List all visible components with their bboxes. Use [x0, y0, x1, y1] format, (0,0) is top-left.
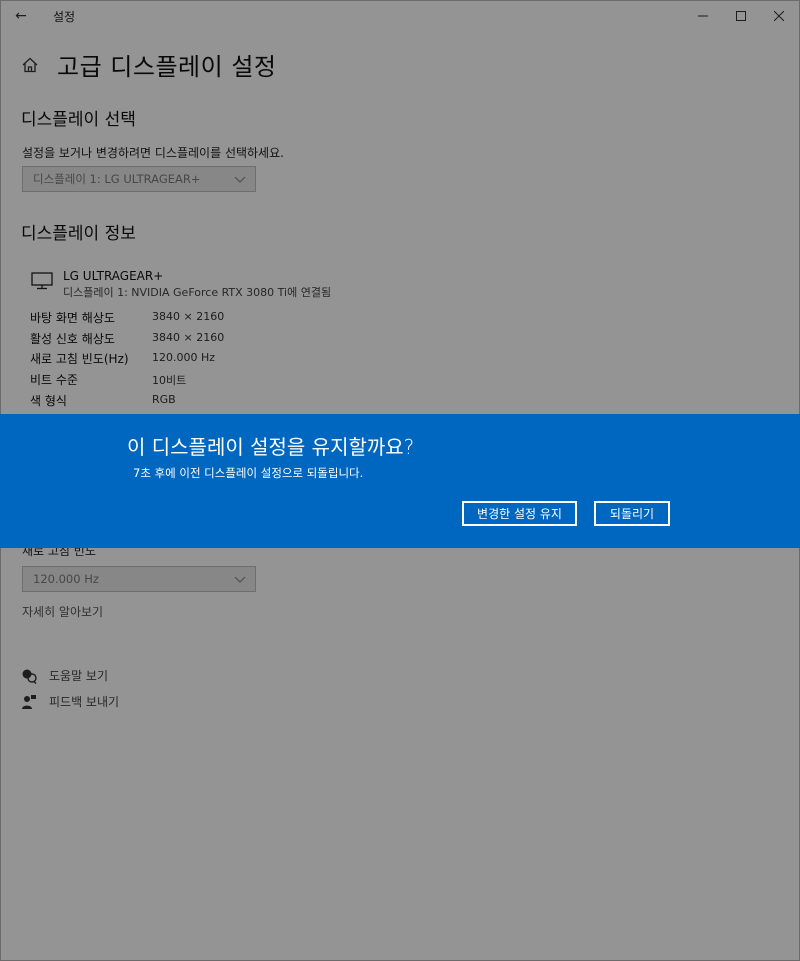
section-title-display-select: 디스플레이 선택 — [21, 110, 136, 130]
get-help-link[interactable]: 도움말 보기 — [21, 667, 108, 684]
keep-changes-button[interactable]: 변경한 설정 유지 — [462, 501, 577, 526]
maximize-icon — [736, 11, 746, 21]
page-header: 고급 디스플레이 설정 — [21, 47, 276, 82]
maximize-button[interactable] — [723, 1, 759, 31]
back-button[interactable]: ← — [7, 4, 35, 28]
section-title-display-info: 디스플레이 정보 — [21, 224, 136, 244]
revert-button[interactable]: 되돌리기 — [594, 501, 670, 526]
info-value-signal-resolution: 3840 × 2160 — [152, 331, 225, 344]
info-label-color-format: 색 형식 — [30, 394, 67, 408]
monitor-connection: 디스플레이 1: NVIDIA GeForce RTX 3080 Ti에 연결됨 — [63, 286, 332, 299]
info-label-refresh-rate: 새로 고침 빈도(Hz) — [30, 352, 129, 366]
display-select-description: 설정을 보거나 변경하려면 디스플레이를 선택하세요. — [22, 146, 284, 160]
keep-settings-dialog: 이 디스플레이 설정을 유지할까요? 7초 후에 이전 디스플레이 설정으로 되… — [0, 414, 800, 548]
info-value-refresh-rate: 120.000 Hz — [152, 351, 216, 364]
learn-more-link[interactable]: 자세히 알아보기 — [22, 603, 103, 620]
info-value-color-format: RGB — [152, 393, 176, 406]
get-help-label: 도움말 보기 — [49, 669, 109, 683]
minimize-icon — [698, 15, 708, 17]
minimize-button[interactable] — [685, 1, 721, 31]
info-label-bit-depth: 비트 수준 — [30, 373, 78, 387]
refresh-rate-dropdown[interactable]: 120.000 Hz — [22, 566, 256, 592]
chevron-down-icon — [234, 176, 246, 183]
info-label-desktop-resolution: 바탕 화면 해상도 — [30, 311, 115, 325]
back-arrow-icon: ← — [15, 8, 27, 24]
app-title: 설정 — [53, 10, 76, 24]
home-icon[interactable] — [21, 56, 39, 74]
monitor-name: LG ULTRAGEAR+ — [63, 269, 164, 283]
info-value-bit-depth: 10비트 — [152, 374, 187, 387]
feedback-person-icon — [22, 694, 36, 709]
send-feedback-label: 피드백 보내기 — [49, 695, 120, 709]
dialog-countdown-message: 7초 후에 이전 디스플레이 설정으로 되돌립니다. — [133, 466, 364, 480]
display-select-dropdown[interactable]: 디스플레이 1: LG ULTRAGEAR+ — [22, 166, 256, 192]
close-icon — [774, 11, 784, 21]
help-chat-icon — [22, 669, 37, 684]
info-label-signal-resolution: 활성 신호 해상도 — [30, 332, 115, 346]
monitor-icon — [31, 272, 53, 290]
page-title: 고급 디스플레이 설정 — [57, 53, 277, 81]
refresh-rate-value: 120.000 Hz — [33, 572, 99, 586]
send-feedback-link[interactable]: 피드백 보내기 — [21, 693, 119, 710]
info-value-desktop-resolution: 3840 × 2160 — [152, 310, 225, 323]
title-bar: ← 설정 — [1, 1, 799, 31]
chevron-down-icon — [234, 576, 246, 583]
display-select-value: 디스플레이 1: LG ULTRAGEAR+ — [33, 172, 201, 186]
dialog-title: 이 디스플레이 설정을 유지할까요? — [127, 435, 415, 459]
close-button[interactable] — [761, 1, 797, 31]
